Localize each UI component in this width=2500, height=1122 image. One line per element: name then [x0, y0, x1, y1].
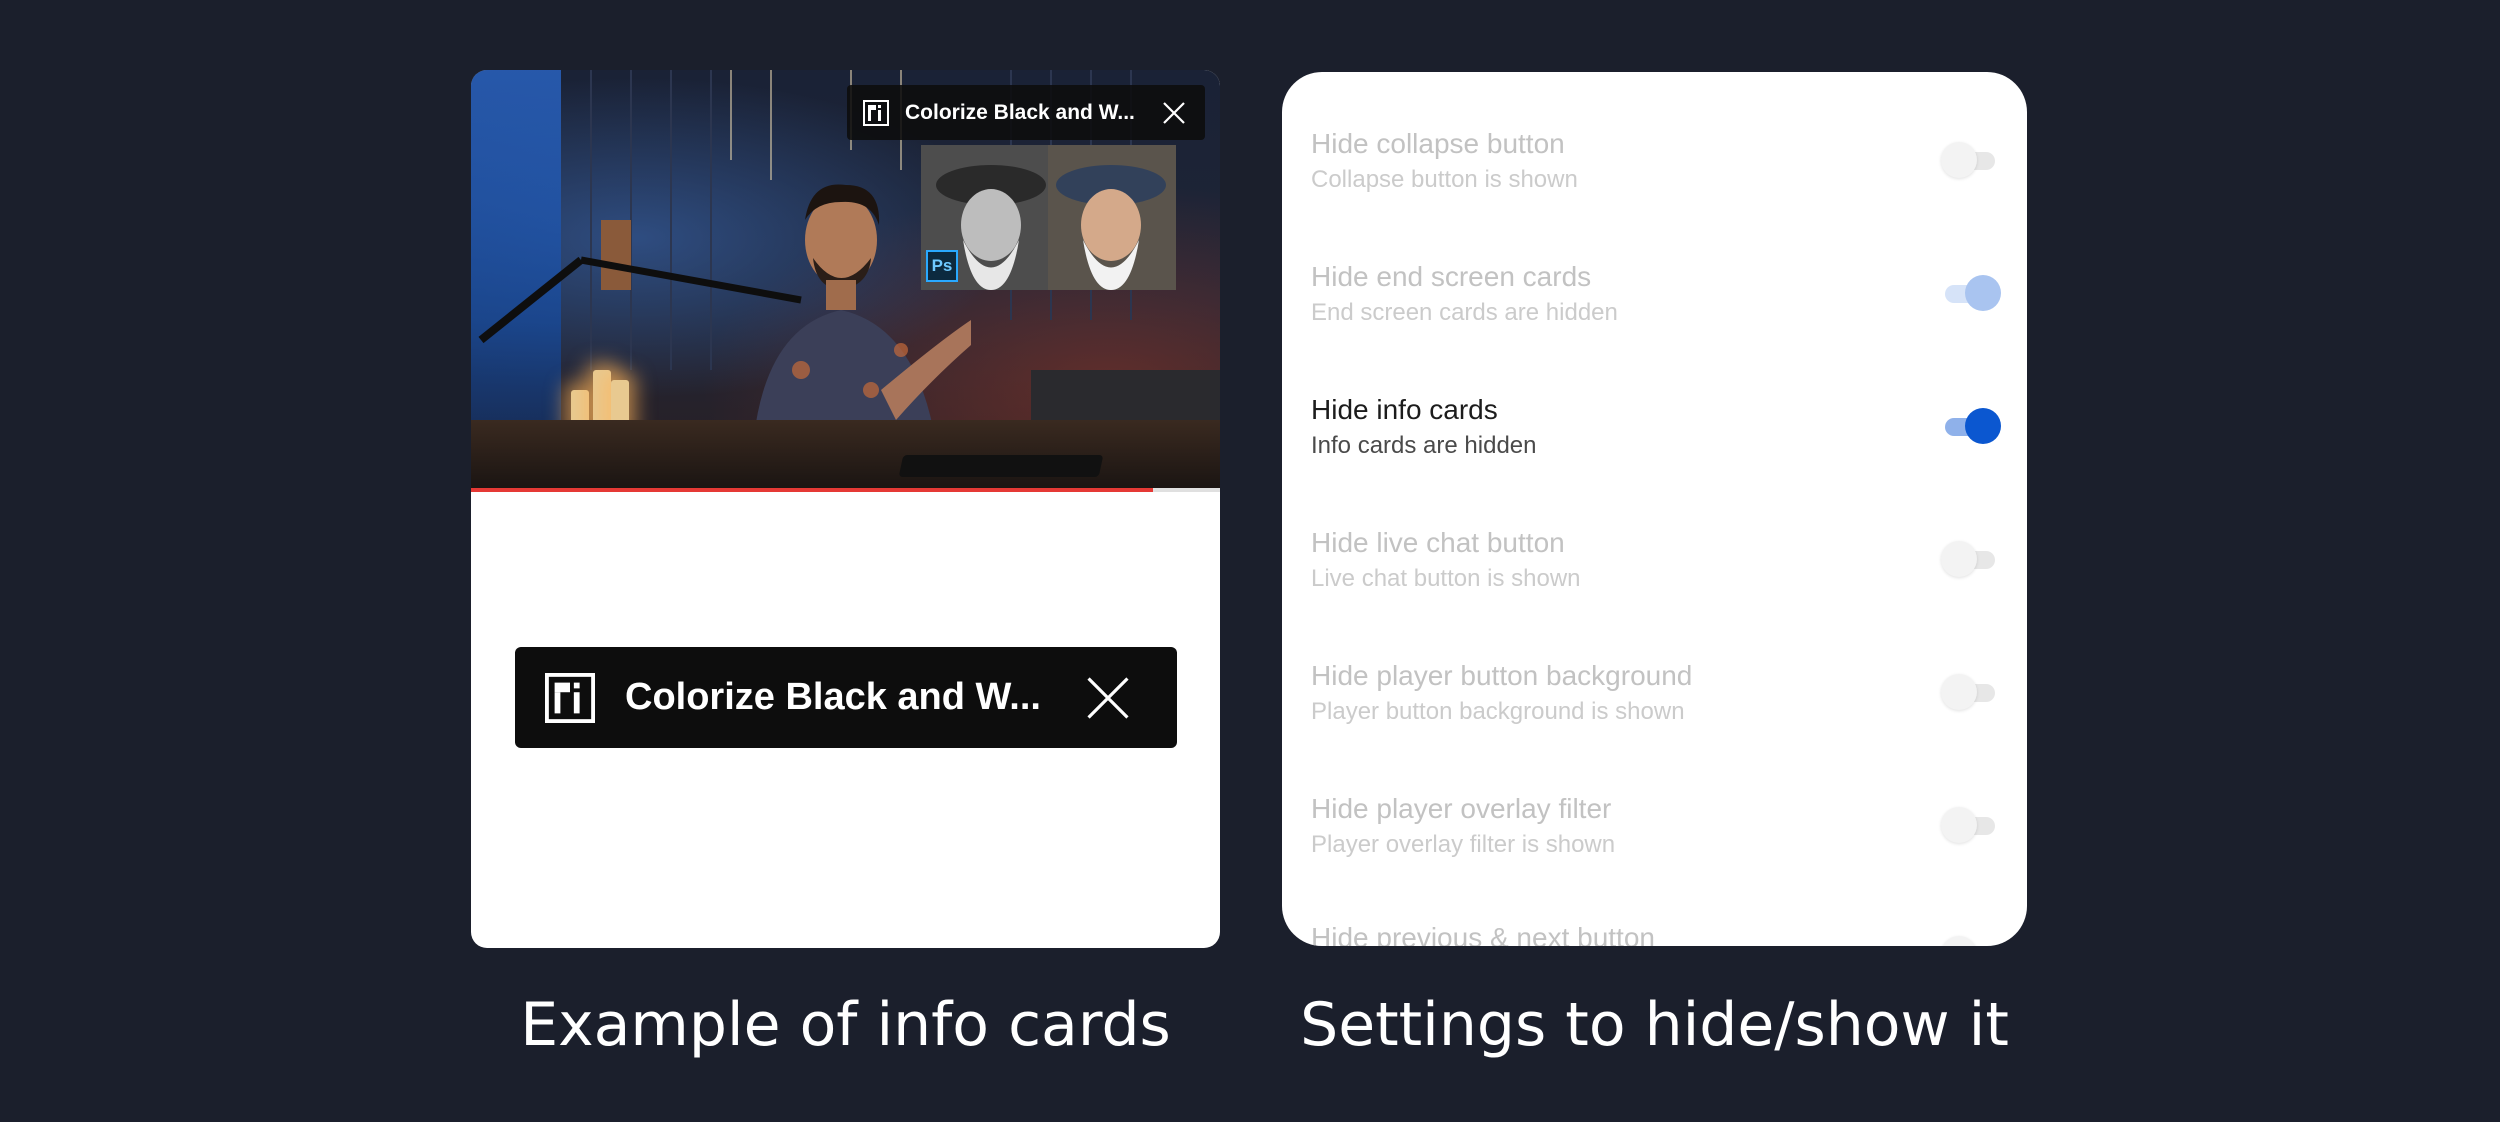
setting-title: Hide collapse button [1311, 128, 1565, 159]
desk [471, 420, 1220, 490]
setting-title: Hide live chat button [1311, 527, 1565, 558]
close-icon[interactable] [1085, 675, 1131, 721]
toggle-switch[interactable] [1941, 140, 2001, 180]
setting-title: Hide player overlay filter [1311, 793, 1612, 824]
photoshop-badge: Ps [926, 250, 958, 282]
keyboard [898, 455, 1104, 477]
info-card-title: Colorize Black and W... [625, 676, 1041, 718]
close-icon[interactable] [1161, 100, 1187, 126]
toggle-switch[interactable] [1941, 273, 2001, 313]
setting-hide-end-screen-cards[interactable]: Hide end screen cards End screen cards a… [1311, 261, 2001, 361]
card-thumbnail [921, 145, 1176, 290]
video-player[interactable]: Ps Colorize Black and W... [471, 70, 1220, 490]
setting-title: Hide end screen cards [1311, 261, 1592, 292]
setting-subtitle: Live chat button is shown [1311, 565, 1581, 592]
channel-logo-icon [863, 99, 889, 126]
info-card-zoomed[interactable]: Colorize Black and W... [515, 647, 1177, 748]
setting-hide-player-button-background[interactable]: Hide player button background Player but… [1311, 660, 2001, 760]
setting-title: Hide previous & next button [1311, 922, 1655, 946]
setting-subtitle: Player button background is shown [1311, 698, 1685, 725]
setting-hide-collapse-button[interactable]: Hide collapse button Collapse button is … [1311, 128, 2001, 228]
video-progress-bar[interactable] [471, 488, 1220, 492]
toggle-switch[interactable] [1941, 672, 2001, 712]
setting-subtitle: Info cards are hidden [1311, 432, 1537, 459]
caption-left: Example of info cards [520, 990, 1171, 1060]
setting-hide-live-chat-button[interactable]: Hide live chat button Live chat button i… [1311, 527, 2001, 627]
channel-logo-icon [545, 672, 595, 723]
setting-title: Hide info cards [1311, 394, 1498, 425]
setting-subtitle: End screen cards are hidden [1311, 299, 1618, 326]
toggle-switch[interactable] [1941, 934, 2001, 946]
settings-panel: Hide collapse button Collapse button is … [1282, 72, 2027, 946]
setting-hide-player-overlay-filter[interactable]: Hide player overlay filter Player overla… [1311, 793, 2001, 893]
toggle-switch[interactable] [1941, 406, 2001, 446]
setting-hide-info-cards[interactable]: Hide info cards Info cards are hidden [1311, 394, 2001, 494]
setting-subtitle: Player overlay filter is shown [1311, 831, 1616, 858]
video-progress-fill [471, 488, 1153, 492]
info-card-overlay[interactable]: Colorize Black and W... [847, 85, 1205, 140]
setting-title: Hide player button background [1311, 660, 1693, 691]
caption-right: Settings to hide/show it [1300, 990, 2009, 1060]
toggle-switch[interactable] [1941, 539, 2001, 579]
info-card-example-panel: Ps Colorize Black and W... Colorize Blac… [471, 70, 1220, 948]
toggle-switch[interactable] [1941, 805, 2001, 845]
setting-subtitle: Collapse button is shown [1311, 166, 1578, 193]
setting-hide-previous-next-button[interactable]: Hide previous & next button [1311, 922, 2001, 946]
info-card-title: Colorize Black and W... [905, 100, 1135, 124]
